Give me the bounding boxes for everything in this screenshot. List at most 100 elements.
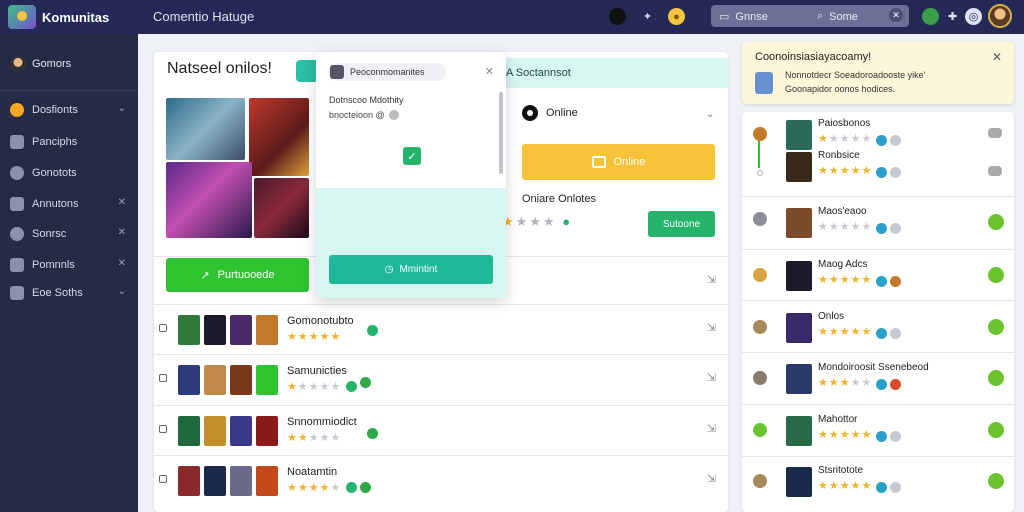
chat-icon [591,156,606,168]
list-item[interactable]: Onlos ★★★★★ [742,311,1014,361]
scrollbar[interactable] [499,92,503,174]
online-button[interactable]: Online [522,144,715,180]
game-art-image[interactable] [166,98,245,160]
game-thumb [204,315,226,345]
game-thumb [256,365,278,395]
sidebar-user[interactable]: Gomors [10,56,71,72]
divider [742,404,1014,405]
subscribe-button[interactable]: Sutoone [648,211,715,237]
drag-handle-icon[interactable] [159,475,167,483]
game-thumb [786,261,812,291]
status-badge [890,379,901,390]
collapse-icon[interactable]: ✕ [118,258,126,269]
game-icon[interactable] [922,8,939,25]
expand-icon[interactable]: ⇲ [707,472,716,485]
book-icon [10,286,24,300]
close-icon[interactable]: ✕ [485,65,494,78]
item-name: Ronbsice [818,150,860,161]
game-art-image[interactable] [254,178,309,238]
sidebar-item-gonotots[interactable]: Gonotots [10,164,128,182]
status-badge [890,328,901,339]
sidebar-item-sonrsc[interactable]: Sonrsc ✕ [10,225,128,243]
settings-icon[interactable]: ◎ [965,8,982,25]
divider [742,249,1014,250]
sparkle-icon[interactable]: ✦ [639,8,656,25]
close-icon[interactable]: ✕ [118,227,126,238]
drag-handle-icon[interactable] [159,324,167,332]
game-thumb [786,416,812,446]
rating-stars: ★★★★★ [287,381,342,393]
online-button-label: Online [613,156,646,168]
more-icon[interactable] [988,128,1002,138]
close-icon[interactable]: ✕ [992,50,1002,64]
list-item[interactable]: Stsritotote ★★★★★ [742,465,1014,512]
table-row[interactable]: Gomonotubto ★★★★★ ⇲ [154,304,728,352]
status-badge [360,482,371,493]
moon-icon[interactable] [609,8,626,25]
sidebar-item-eoe-soths[interactable]: Eoe Soths ⌄ [10,284,128,302]
close-icon[interactable]: ✕ [118,197,126,208]
table-row[interactable]: Samunicties ★★★★★ ⇲ [154,354,728,402]
drag-handle-icon[interactable] [159,374,167,382]
status-badge [890,276,901,287]
item-name: Stsritotote [818,465,864,476]
brand[interactable]: Komunitas [8,5,109,29]
action-icon[interactable] [988,422,1004,438]
tab-strip[interactable]: A Soctannsot [500,58,728,88]
game-art-image[interactable] [166,162,252,238]
confirm-icon: ◷ [384,264,394,275]
action-icon[interactable] [988,214,1004,230]
sidebar-item-label: Annutons [32,198,79,210]
rating-stars[interactable]: ★★★★ ● [502,214,572,230]
item-name: Maog Adcs [818,259,868,270]
table-row[interactable]: Snnommiodict ★★★★★ ⇲ [154,405,728,453]
modal-chip[interactable]: Peoconmomanites [328,63,446,81]
tab-label: A Soctannsot [506,67,571,79]
modal-confirm-button[interactable]: ◷ Mmintint [329,255,493,284]
expand-icon[interactable]: ⇲ [707,273,716,286]
status-badge [876,379,887,390]
list-item[interactable]: Maog Adcs ★★★★★ [742,259,1014,309]
modal-chip-label: Peoconmomanites [350,67,425,77]
chevron-down-icon[interactable]: ⌄ [706,109,714,120]
game-thumb [230,416,252,446]
table-row[interactable]: Noatamtin ★★★★★ ⇲ [154,455,728,503]
expand-icon[interactable]: ⇲ [707,422,716,435]
game-art-image[interactable] [249,98,309,176]
game-thumb [178,466,200,496]
bell-icon[interactable]: ● [668,8,685,25]
rating-stars: ★★★★★ [287,331,342,343]
action-icon[interactable] [988,370,1004,386]
tab-active[interactable] [296,60,318,82]
status-badge [876,276,887,287]
sidebar-item-pomnnls[interactable]: Pomnnls ✕ [10,256,128,274]
status-select[interactable]: Online [522,105,578,121]
gamepad-icon[interactable]: ✚ [944,8,961,25]
sidebar-item-annutons[interactable]: Annutons ✕ [10,195,128,213]
list-item[interactable]: Ronbsice ★★★★★ [742,150,1014,200]
status-badge [876,328,887,339]
sidebar-item-panciphs[interactable]: Panciphs [10,133,128,151]
expand-icon[interactable]: ⇲ [707,321,716,334]
modal-dialog: Peoconmomanites ✕ Dotnscoo Mdothity bnoc… [316,52,506,298]
notification-title: Coonoinsiasiayacoamy! [755,51,872,63]
status-badge [876,431,887,442]
divider [742,352,1014,353]
status-badge [360,377,371,388]
user-avatar[interactable] [988,4,1012,28]
drag-handle-icon[interactable] [159,425,167,433]
modal-line-2-text: bnocteioon @ [329,110,385,120]
expand-icon[interactable]: ⇲ [707,371,716,384]
brand-logo-icon [8,5,36,29]
search-clear-icon[interactable]: ✕ [889,8,903,22]
more-icon[interactable] [988,166,1002,176]
action-icon[interactable] [988,267,1004,283]
list-icon [10,258,24,272]
page-title: Natseel onilos! [167,60,272,77]
action-icon[interactable] [988,473,1004,489]
game-thumb [230,365,252,395]
action-icon[interactable] [988,319,1004,335]
search-bar[interactable]: ▭ Gnnse ⌕ Some ✕ [711,5,909,27]
status-badge [367,325,378,336]
sidebar-item-dosfionts[interactable]: Dosfionts ⌄ [10,101,128,119]
